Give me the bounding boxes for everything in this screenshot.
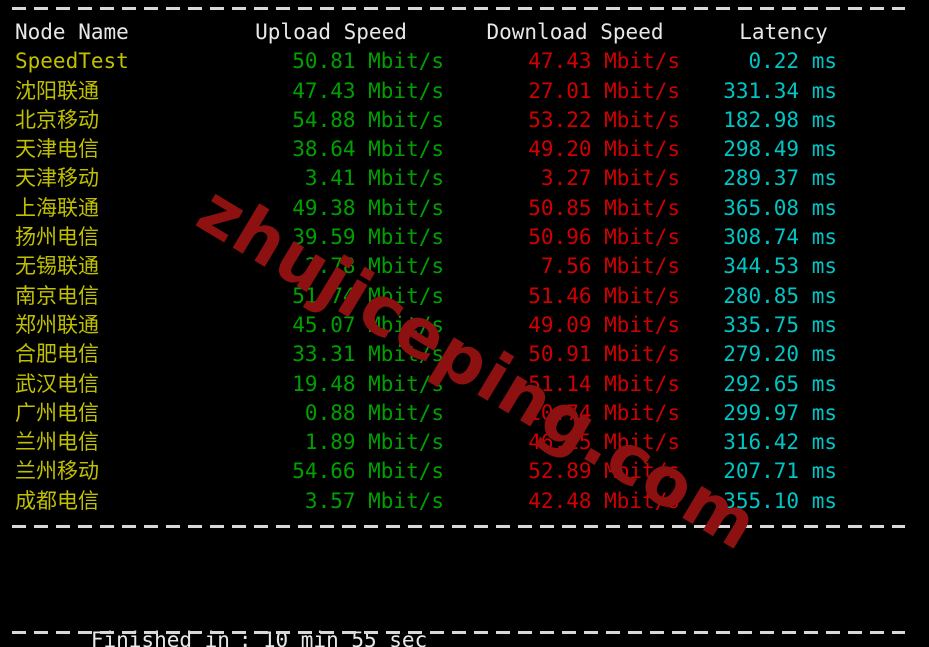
- node-name: 合肥电信: [15, 342, 99, 367]
- latency-value: 0.22 ms: [748, 49, 837, 74]
- node-name: 郑州联通: [15, 312, 99, 337]
- upload-speed: 0.88 Mbit/s: [304, 400, 444, 425]
- column-header-node-name: Node Name: [15, 20, 129, 44]
- node-name: 武汉电信: [15, 371, 99, 396]
- node-name: 兰州移动: [15, 459, 99, 484]
- latency-value: 355.10 ms: [723, 488, 837, 513]
- upload-speed: 47.43 Mbit/s: [292, 78, 444, 103]
- latency-value: 308.74 ms: [723, 225, 837, 250]
- latency-value: 182.98 ms: [723, 107, 837, 132]
- table-row: 上海联通 49.38 Mbit/s 50.85 Mbit/s 365.08 ms: [0, 194, 929, 223]
- table-header-row: Node Name Upload Speed Download Speed La…: [0, 18, 929, 47]
- download-speed: 50.91 Mbit/s: [528, 342, 680, 367]
- upload-speed: 3.41 Mbit/s: [304, 166, 444, 191]
- table-row: 兰州移动 54.66 Mbit/s 52.89 Mbit/s 207.71 ms: [0, 457, 929, 486]
- download-speed: 47.43 Mbit/s: [528, 49, 680, 74]
- table-row: 成都电信 3.57 Mbit/s 42.48 Mbit/s 355.10 ms: [0, 487, 929, 516]
- upload-speed: 3.57 Mbit/s: [304, 488, 444, 513]
- latency-value: 292.65 ms: [723, 371, 837, 396]
- results-table: Node Name Upload Speed Download Speed La…: [0, 18, 929, 516]
- download-speed: 51.14 Mbit/s: [528, 371, 680, 396]
- upload-speed: 50.81 Mbit/s: [292, 49, 444, 74]
- download-speed: 49.09 Mbit/s: [528, 312, 680, 337]
- upload-speed: 33.31 Mbit/s: [292, 342, 444, 367]
- table-row: 广州电信 0.88 Mbit/s 10.74 Mbit/s 299.97 ms: [0, 399, 929, 428]
- latency-value: 335.75 ms: [723, 312, 837, 337]
- download-speed: 50.96 Mbit/s: [528, 225, 680, 250]
- table-row: 天津电信 38.64 Mbit/s 49.20 Mbit/s 298.49 ms: [0, 135, 929, 164]
- column-header-latency: Latency: [739, 20, 828, 44]
- node-name: 扬州电信: [15, 225, 99, 250]
- node-name: 南京电信: [15, 283, 99, 308]
- table-row: SpeedTest 50.81 Mbit/s 47.43 Mbit/s 0.22 ms: [0, 47, 929, 76]
- latency-value: 365.08 ms: [723, 195, 837, 220]
- upload-speed: 38.64 Mbit/s: [292, 137, 444, 162]
- separator-top: [12, 7, 905, 10]
- latency-value: 331.34 ms: [723, 78, 837, 103]
- separator-middle: [12, 525, 905, 528]
- download-speed: 52.89 Mbit/s: [528, 459, 680, 484]
- node-name: 天津移动: [15, 166, 99, 191]
- speedtest-results-table: Node Name Upload Speed Download Speed La…: [0, 18, 929, 516]
- table-row: 南京电信 51.74 Mbit/s 51.46 Mbit/s 280.85 ms: [0, 282, 929, 311]
- table-row: 扬州电信 39.59 Mbit/s 50.96 Mbit/s 308.74 ms: [0, 223, 929, 252]
- table-row: 沈阳联通 47.43 Mbit/s 27.01 Mbit/s 331.34 ms: [0, 77, 929, 106]
- finished-separator: :: [238, 627, 252, 647]
- node-name: 广州电信: [15, 400, 99, 425]
- download-speed: 46.15 Mbit/s: [528, 430, 680, 455]
- download-speed: 51.46 Mbit/s: [528, 283, 680, 308]
- download-speed: 53.22 Mbit/s: [528, 107, 680, 132]
- upload-speed: 54.66 Mbit/s: [292, 459, 444, 484]
- node-name: 上海联通: [15, 195, 99, 220]
- latency-value: 280.85 ms: [723, 283, 837, 308]
- node-name: 北京移动: [15, 107, 99, 132]
- table-row: 兰州电信 1.89 Mbit/s 46.15 Mbit/s 316.42 ms: [0, 428, 929, 457]
- table-row: 郑州联通 45.07 Mbit/s 49.09 Mbit/s 335.75 ms: [0, 311, 929, 340]
- download-speed: 50.85 Mbit/s: [528, 195, 680, 220]
- node-name: 兰州电信: [15, 430, 99, 455]
- column-header-download-speed: Download Speed: [486, 20, 664, 44]
- upload-speed: 19.48 Mbit/s: [292, 371, 444, 396]
- download-speed: 49.20 Mbit/s: [528, 137, 680, 162]
- latency-value: 279.20 ms: [723, 342, 837, 367]
- table-body: SpeedTest 50.81 Mbit/s 47.43 Mbit/s 0.22 ms…: [0, 47, 929, 516]
- latency-value: 299.97 ms: [723, 400, 837, 425]
- latency-value: 298.49 ms: [723, 137, 837, 162]
- upload-speed: 45.07 Mbit/s: [292, 312, 444, 337]
- download-speed: 7.56 Mbit/s: [540, 254, 680, 279]
- table-row: 无锡联通 2.78 Mbit/s 7.56 Mbit/s 344.53 ms: [0, 252, 929, 281]
- separator-bottom: [12, 631, 905, 634]
- column-header-upload-speed: Upload Speed: [255, 20, 407, 44]
- table-row: 天津移动 3.41 Mbit/s 3.27 Mbit/s 289.37 ms: [0, 164, 929, 193]
- latency-value: 344.53 ms: [723, 254, 837, 279]
- finished-label: Finished in: [90, 627, 230, 647]
- summary-row-finished: Finished in:10 min 55 sec: [15, 597, 579, 647]
- download-speed: 27.01 Mbit/s: [528, 78, 680, 103]
- download-speed: 3.27 Mbit/s: [540, 166, 680, 191]
- table-row: 北京移动 54.88 Mbit/s 53.22 Mbit/s 182.98 ms: [0, 106, 929, 135]
- latency-value: 207.71 ms: [723, 459, 837, 484]
- table-header: Node Name Upload Speed Download Speed La…: [0, 18, 929, 47]
- upload-speed: 1.89 Mbit/s: [304, 430, 444, 455]
- upload-speed: 39.59 Mbit/s: [292, 225, 444, 250]
- upload-speed: 54.88 Mbit/s: [292, 107, 444, 132]
- download-speed: 10.74 Mbit/s: [528, 400, 680, 425]
- upload-speed: 2.78 Mbit/s: [304, 254, 444, 279]
- latency-value: 316.42 ms: [723, 430, 837, 455]
- terminal-output: Node Name Upload Speed Download Speed La…: [0, 0, 929, 647]
- node-name: 天津电信: [15, 137, 99, 162]
- latency-value: 289.37 ms: [723, 166, 837, 191]
- node-name: 成都电信: [15, 488, 99, 513]
- node-name: 无锡联通: [15, 254, 99, 279]
- table-row: 合肥电信 33.31 Mbit/s 50.91 Mbit/s 279.20 ms: [0, 340, 929, 369]
- node-name: 沈阳联通: [15, 78, 99, 103]
- table-row: 武汉电信 19.48 Mbit/s 51.14 Mbit/s 292.65 ms: [0, 370, 929, 399]
- upload-speed: 49.38 Mbit/s: [292, 195, 444, 220]
- node-name: SpeedTest: [15, 49, 129, 74]
- upload-speed: 51.74 Mbit/s: [292, 283, 444, 308]
- download-speed: 42.48 Mbit/s: [528, 488, 680, 513]
